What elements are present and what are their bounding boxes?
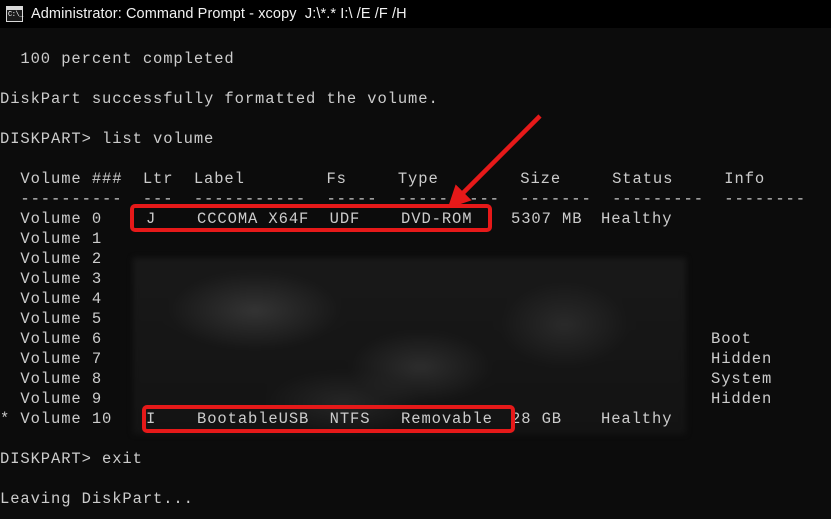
- console-output-area[interactable]: 100 percent completed DiskPart successful…: [0, 28, 831, 519]
- volume-table-header: Volume ### Ltr Label Fs Type Size Status…: [0, 170, 766, 188]
- table-cell-info: Boot: [711, 330, 752, 348]
- window-titlebar[interactable]: C:\_ Administrator: Command Prompt - xco…: [0, 0, 831, 28]
- table-row: Volume 8: [0, 370, 123, 388]
- table-row-details: J CCCOMA X64F UDF DVD-ROM: [146, 210, 524, 228]
- console-icon-glyph: C:\_: [8, 11, 23, 19]
- volume-table-separator: ---------- --- ----------- ----- -------…: [0, 190, 806, 208]
- table-cell-status: Healthy: [601, 410, 673, 428]
- table-row: Volume 3: [0, 270, 123, 288]
- table-row: Volume 2: [0, 250, 123, 268]
- table-row: * Volume 10: [0, 410, 123, 428]
- table-cell-info: System: [711, 370, 773, 388]
- table-row: Volume 1: [0, 230, 123, 248]
- table-cell-size: 28 GB: [511, 410, 603, 428]
- console-line-1: DiskPart successfully formatted the volu…: [0, 90, 439, 108]
- table-row: Volume 7: [0, 350, 123, 368]
- window-title: Administrator: Command Prompt - xcopy J:…: [31, 6, 407, 22]
- table-row-details: I BootableUSB NTFS Removable: [146, 410, 524, 428]
- screen-root: C:\_ Administrator: Command Prompt - xco…: [0, 0, 831, 519]
- table-row: Volume 9: [0, 390, 123, 408]
- console-trailing-line-0: DISKPART> exit: [0, 450, 143, 468]
- table-row: Volume 0: [0, 210, 123, 228]
- console-line-0: 100 percent completed: [0, 50, 235, 68]
- console-icon: C:\_: [6, 6, 23, 22]
- table-row: Volume 5: [0, 310, 123, 328]
- redacted-region-blur: [133, 258, 686, 434]
- console-line-2: DISKPART> list volume: [0, 130, 215, 148]
- table-row: Volume 4: [0, 290, 123, 308]
- table-cell-size: 5307 MB: [511, 210, 603, 228]
- table-cell-info: Hidden: [711, 390, 773, 408]
- table-row: Volume 6: [0, 330, 123, 348]
- console-trailing-line-1: Leaving DiskPart...: [0, 490, 194, 508]
- table-cell-info: Hidden: [711, 350, 773, 368]
- table-cell-status: Healthy: [601, 210, 673, 228]
